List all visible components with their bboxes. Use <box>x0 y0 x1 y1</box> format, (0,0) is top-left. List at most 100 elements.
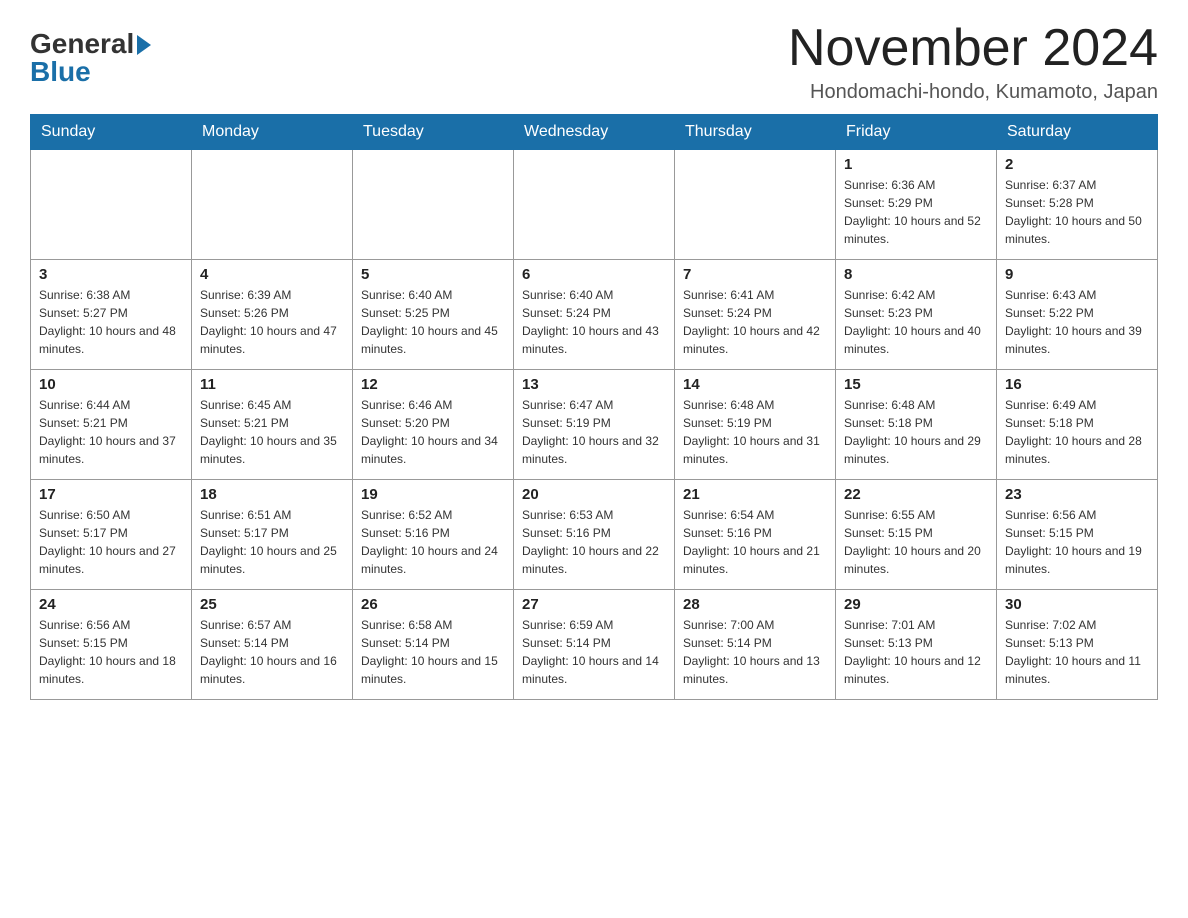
page-header: General Blue November 2024 Hondomachi-ho… <box>30 20 1158 104</box>
day-number: 4 <box>200 266 344 283</box>
day-number: 10 <box>39 376 183 393</box>
day-number: 9 <box>1005 266 1149 283</box>
calendar-cell: 15Sunrise: 6:48 AM Sunset: 5:18 PM Dayli… <box>836 370 997 480</box>
day-number: 28 <box>683 596 827 613</box>
calendar-table: SundayMondayTuesdayWednesdayThursdayFrid… <box>30 114 1158 700</box>
calendar-cell: 9 Sunrise: 6:43 AM Sunset: 5:22 PM Daylig… <box>997 260 1158 370</box>
day-number: 3 <box>39 266 183 283</box>
day-info: Sunrise: 6:44 AM Sunset: 5:21 PM Dayligh… <box>39 396 183 468</box>
calendar-cell: 3 Sunrise: 6:38 AM Sunset: 5:27 PM Daylig… <box>31 260 192 370</box>
calendar-cell: 21 Sunrise: 6:54 AM Sunset: 5:16 PM Dayli… <box>675 480 836 590</box>
day-number: 12 <box>361 376 505 393</box>
calendar-cell: 28 Sunrise: 7:00 AM Sunset: 5:14 PM Dayli… <box>675 590 836 700</box>
calendar-cell: 18Sunrise: 6:51 AM Sunset: 5:17 PM Dayli… <box>192 480 353 590</box>
logo-general: General <box>30 30 151 58</box>
weekday-header-monday: Monday <box>192 115 353 150</box>
calendar-cell: 14 Sunrise: 6:48 AM Sunset: 5:19 PM Dayli… <box>675 370 836 480</box>
day-number: 19 <box>361 486 505 503</box>
calendar-cell: 27 Sunrise: 6:59 AM Sunset: 5:14 PM Dayli… <box>514 590 675 700</box>
day-info: Sunrise: 6:56 AM Sunset: 5:15 PM Dayligh… <box>1005 506 1149 578</box>
day-info: Sunrise: 6:50 AM Sunset: 5:17 PM Dayligh… <box>39 506 183 578</box>
day-info: Sunrise: 6:39 AM Sunset: 5:26 PM Dayligh… <box>200 286 344 358</box>
day-info: Sunrise: 6:41 AM Sunset: 5:24 PM Dayligh… <box>683 286 827 358</box>
day-info: Sunrise: 6:42 AM Sunset: 5:23 PM Dayligh… <box>844 286 988 358</box>
calendar-week-row: 1 Sunrise: 6:36 AM Sunset: 5:29 PM Daylig… <box>31 150 1158 260</box>
calendar-cell: 20Sunrise: 6:53 AM Sunset: 5:16 PM Dayli… <box>514 480 675 590</box>
day-info: Sunrise: 6:40 AM Sunset: 5:25 PM Dayligh… <box>361 286 505 358</box>
day-number: 30 <box>1005 596 1149 613</box>
calendar-cell: 12 Sunrise: 6:46 AM Sunset: 5:20 PM Dayli… <box>353 370 514 480</box>
day-number: 26 <box>361 596 505 613</box>
day-number: 15 <box>844 376 988 393</box>
calendar-cell: 10 Sunrise: 6:44 AM Sunset: 5:21 PM Dayli… <box>31 370 192 480</box>
title-section: November 2024 Hondomachi-hondo, Kumamoto… <box>788 20 1158 104</box>
calendar-cell <box>353 150 514 260</box>
day-number: 1 <box>844 156 988 173</box>
calendar-cell: 22 Sunrise: 6:55 AM Sunset: 5:15 PM Dayli… <box>836 480 997 590</box>
calendar-cell: 7 Sunrise: 6:41 AM Sunset: 5:24 PM Daylig… <box>675 260 836 370</box>
day-info: Sunrise: 6:38 AM Sunset: 5:27 PM Dayligh… <box>39 286 183 358</box>
day-info: Sunrise: 6:55 AM Sunset: 5:15 PM Dayligh… <box>844 506 988 578</box>
day-info: Sunrise: 6:58 AM Sunset: 5:14 PM Dayligh… <box>361 616 505 688</box>
day-info: Sunrise: 6:57 AM Sunset: 5:14 PM Dayligh… <box>200 616 344 688</box>
day-number: 21 <box>683 486 827 503</box>
logo: General Blue <box>30 20 151 86</box>
calendar-cell <box>675 150 836 260</box>
logo-blue: Blue <box>30 58 91 86</box>
calendar-cell: 11 Sunrise: 6:45 AM Sunset: 5:21 PM Dayli… <box>192 370 353 480</box>
day-number: 29 <box>844 596 988 613</box>
calendar-cell: 30Sunrise: 7:02 AM Sunset: 5:13 PM Dayli… <box>997 590 1158 700</box>
day-number: 14 <box>683 376 827 393</box>
day-info: Sunrise: 6:43 AM Sunset: 5:22 PM Dayligh… <box>1005 286 1149 358</box>
day-info: Sunrise: 6:45 AM Sunset: 5:21 PM Dayligh… <box>200 396 344 468</box>
calendar-cell: 16 Sunrise: 6:49 AM Sunset: 5:18 PM Dayli… <box>997 370 1158 480</box>
day-info: Sunrise: 6:47 AM Sunset: 5:19 PM Dayligh… <box>522 396 666 468</box>
weekday-header-thursday: Thursday <box>675 115 836 150</box>
calendar-cell: 2 Sunrise: 6:37 AM Sunset: 5:28 PM Daylig… <box>997 150 1158 260</box>
weekday-header-sunday: Sunday <box>31 115 192 150</box>
weekday-header-tuesday: Tuesday <box>353 115 514 150</box>
calendar-cell: 8 Sunrise: 6:42 AM Sunset: 5:23 PM Daylig… <box>836 260 997 370</box>
day-info: Sunrise: 6:36 AM Sunset: 5:29 PM Dayligh… <box>844 176 988 248</box>
day-info: Sunrise: 6:52 AM Sunset: 5:16 PM Dayligh… <box>361 506 505 578</box>
day-info: Sunrise: 6:48 AM Sunset: 5:19 PM Dayligh… <box>683 396 827 468</box>
day-number: 18 <box>200 486 344 503</box>
day-number: 17 <box>39 486 183 503</box>
calendar-week-row: 10 Sunrise: 6:44 AM Sunset: 5:21 PM Dayli… <box>31 370 1158 480</box>
day-number: 27 <box>522 596 666 613</box>
day-info: Sunrise: 6:40 AM Sunset: 5:24 PM Dayligh… <box>522 286 666 358</box>
day-info: Sunrise: 6:46 AM Sunset: 5:20 PM Dayligh… <box>361 396 505 468</box>
day-number: 2 <box>1005 156 1149 173</box>
calendar-cell: 23Sunrise: 6:56 AM Sunset: 5:15 PM Dayli… <box>997 480 1158 590</box>
calendar-cell <box>31 150 192 260</box>
location-subtitle: Hondomachi-hondo, Kumamoto, Japan <box>788 81 1158 104</box>
day-number: 22 <box>844 486 988 503</box>
day-info: Sunrise: 7:00 AM Sunset: 5:14 PM Dayligh… <box>683 616 827 688</box>
calendar-cell: 4 Sunrise: 6:39 AM Sunset: 5:26 PM Daylig… <box>192 260 353 370</box>
day-number: 13 <box>522 376 666 393</box>
calendar-cell <box>192 150 353 260</box>
calendar-cell: 26 Sunrise: 6:58 AM Sunset: 5:14 PM Dayli… <box>353 590 514 700</box>
calendar-cell: 24 Sunrise: 6:56 AM Sunset: 5:15 PM Dayli… <box>31 590 192 700</box>
month-title: November 2024 <box>788 20 1158 77</box>
day-info: Sunrise: 7:01 AM Sunset: 5:13 PM Dayligh… <box>844 616 988 688</box>
day-info: Sunrise: 6:49 AM Sunset: 5:18 PM Dayligh… <box>1005 396 1149 468</box>
day-number: 7 <box>683 266 827 283</box>
calendar-week-row: 17 Sunrise: 6:50 AM Sunset: 5:17 PM Dayli… <box>31 480 1158 590</box>
day-info: Sunrise: 6:53 AM Sunset: 5:16 PM Dayligh… <box>522 506 666 578</box>
calendar-cell: 29 Sunrise: 7:01 AM Sunset: 5:13 PM Dayli… <box>836 590 997 700</box>
day-info: Sunrise: 6:56 AM Sunset: 5:15 PM Dayligh… <box>39 616 183 688</box>
day-number: 16 <box>1005 376 1149 393</box>
day-number: 8 <box>844 266 988 283</box>
calendar-cell: 25Sunrise: 6:57 AM Sunset: 5:14 PM Dayli… <box>192 590 353 700</box>
calendar-header-row: SundayMondayTuesdayWednesdayThursdayFrid… <box>31 115 1158 150</box>
day-info: Sunrise: 6:59 AM Sunset: 5:14 PM Dayligh… <box>522 616 666 688</box>
day-info: Sunrise: 6:37 AM Sunset: 5:28 PM Dayligh… <box>1005 176 1149 248</box>
day-number: 24 <box>39 596 183 613</box>
weekday-header-wednesday: Wednesday <box>514 115 675 150</box>
calendar-cell: 5Sunrise: 6:40 AM Sunset: 5:25 PM Daylig… <box>353 260 514 370</box>
weekday-header-saturday: Saturday <box>997 115 1158 150</box>
day-number: 11 <box>200 376 344 393</box>
day-info: Sunrise: 6:54 AM Sunset: 5:16 PM Dayligh… <box>683 506 827 578</box>
calendar-week-row: 3 Sunrise: 6:38 AM Sunset: 5:27 PM Daylig… <box>31 260 1158 370</box>
